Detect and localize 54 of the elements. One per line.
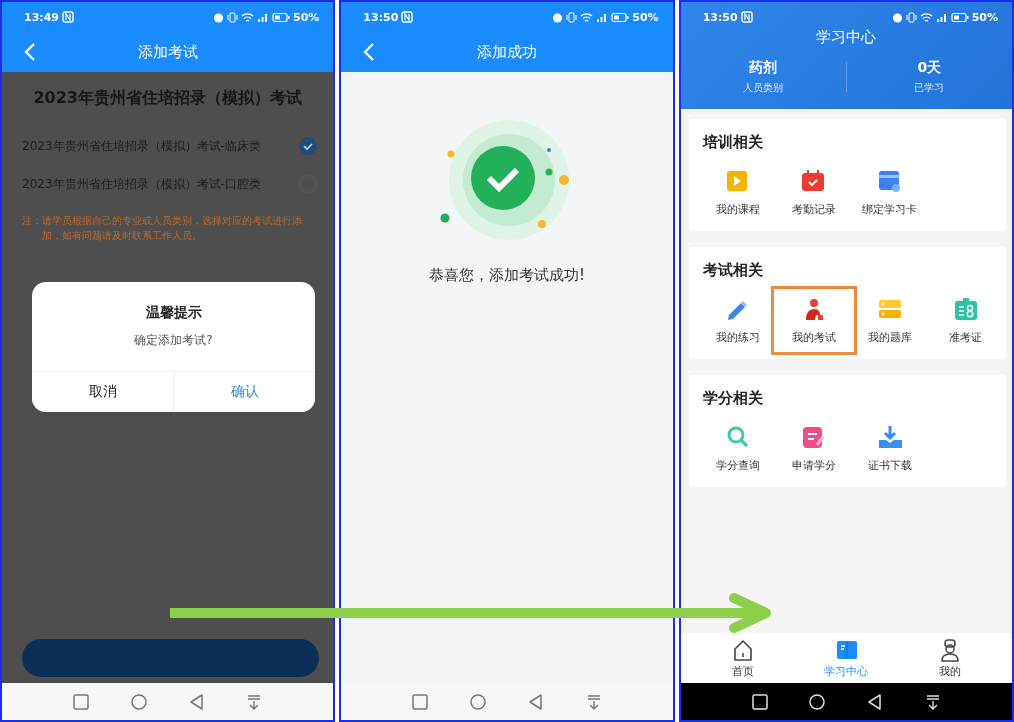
stat-label: 已学习 bbox=[914, 81, 945, 95]
menu-item[interactable]: 我的练习 bbox=[702, 294, 773, 347]
menu-item[interactable]: 我的考试 bbox=[778, 294, 849, 347]
menu-item[interactable]: 绑定学习卡 bbox=[854, 166, 925, 219]
vibrate-icon bbox=[905, 11, 917, 23]
section-title: 考试相关 bbox=[702, 261, 764, 280]
vibrate-icon bbox=[566, 11, 578, 23]
page-title: 学习中心 bbox=[815, 28, 878, 47]
battery-level: 50% bbox=[971, 10, 998, 24]
nfc-icon bbox=[62, 11, 74, 23]
wifi-icon bbox=[241, 11, 254, 23]
page-title: 添加成功 bbox=[477, 42, 537, 62]
note-text: 请学员根据自己的专业或人员类别，选择对应的考试进行添加，如有问题请及时联系工作人员。 bbox=[42, 214, 303, 243]
battery-icon bbox=[272, 11, 290, 23]
status-time: 13:49 bbox=[24, 10, 59, 24]
battery-level: 50% bbox=[293, 10, 320, 24]
signal-icon bbox=[257, 11, 269, 23]
stat-value: 0天 bbox=[917, 59, 942, 77]
note-label: 注： bbox=[22, 214, 42, 228]
nfc-icon bbox=[740, 11, 753, 23]
radio-icon[interactable] bbox=[299, 137, 318, 155]
vibrate-icon bbox=[227, 11, 238, 23]
status-time: 13:50 bbox=[702, 10, 738, 24]
home-circle-icon[interactable] bbox=[808, 692, 827, 711]
menu-item[interactable]: 我的课程 bbox=[702, 166, 773, 219]
menu-item[interactable]: 学分查询 bbox=[702, 422, 773, 475]
battery-level: 50% bbox=[632, 10, 659, 24]
tab[interactable]: 首页 bbox=[707, 637, 778, 679]
signal-icon bbox=[935, 11, 948, 23]
status-time: 13:50 bbox=[363, 10, 399, 24]
recent-apps-icon[interactable] bbox=[750, 692, 769, 711]
battery-icon bbox=[950, 11, 969, 23]
menu-item[interactable]: 考勤记录 bbox=[778, 166, 849, 219]
success-message: 恭喜您，添加考试成功! bbox=[429, 266, 585, 285]
page-title: 添加考试 bbox=[137, 42, 198, 62]
menu-item[interactable]: 申请学分 bbox=[778, 422, 849, 475]
signal-icon bbox=[596, 11, 609, 23]
menu-item[interactable]: 证书下载 bbox=[854, 422, 925, 475]
section-title: 学分相关 bbox=[702, 389, 764, 408]
dialog-message: 确定添加考试? bbox=[133, 332, 214, 349]
dialog-title: 温馨提示 bbox=[144, 304, 203, 322]
battery-icon bbox=[611, 11, 630, 23]
menu-item[interactable]: 我的题库 bbox=[854, 294, 925, 347]
exam-title: 2023年贵州省住培招录（模拟）考试 bbox=[32, 88, 303, 109]
stat-value: 药剂 bbox=[749, 59, 778, 77]
menu-item[interactable]: 准考证 bbox=[930, 294, 1001, 347]
stat-label: 人员类别 bbox=[743, 81, 784, 95]
nfc-icon bbox=[401, 11, 414, 23]
tab[interactable]: 学习中心 bbox=[811, 637, 882, 679]
section-title: 培训相关 bbox=[702, 133, 764, 152]
wifi-icon bbox=[919, 11, 933, 23]
confirm-button[interactable]: 确认 bbox=[173, 372, 315, 412]
wifi-icon bbox=[580, 11, 594, 23]
tab[interactable]: 我的 bbox=[915, 637, 986, 679]
